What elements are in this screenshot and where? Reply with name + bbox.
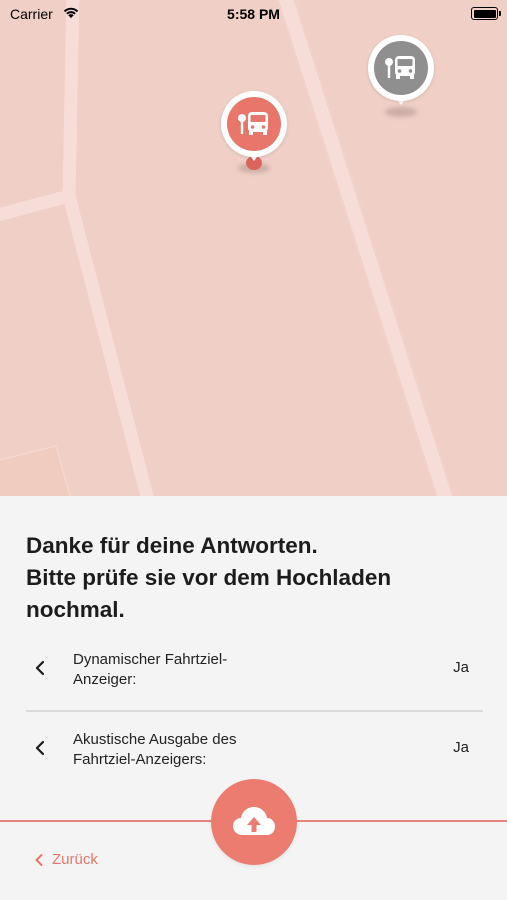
answer-value: Ja [453,659,469,676]
chevron-left-icon[interactable] [34,738,46,758]
back-button[interactable]: Zurück [34,851,98,868]
battery-icon [471,7,501,20]
answer-question: Dynamischer Fahrtziel- Anzeiger: [73,651,228,688]
answer-question: Akustische Ausgabe des Fahrtziel-Anzeige… [73,731,237,768]
marker-shadow [385,107,417,117]
divider [26,710,483,712]
answer-value: Ja [453,739,469,756]
sheet-title: Danke für deine Antworten. Bitte prüfe s… [26,533,392,622]
status-bar: Carrier 5:58 PM [0,0,507,28]
clock: 5:58 PM [227,6,280,22]
chevron-left-icon [35,853,43,866]
other-bus-stop-marker[interactable] [368,35,434,117]
map-building [0,446,70,496]
selected-bus-stop-marker[interactable] [221,91,287,173]
upload-button[interactable] [211,779,297,865]
map-view[interactable] [0,0,507,496]
back-label: Zurück [52,851,98,868]
review-sheet: Danke für deine Antworten. Bitte prüfe s… [0,496,507,900]
answer-row-dynamic-display[interactable]: Dynamischer Fahrtziel- Anzeiger: Ja [26,644,483,708]
chevron-left-icon[interactable] [34,658,46,678]
bus-stop-icon [374,41,428,95]
cloud-upload-icon [233,807,275,835]
bus-stop-icon [227,97,281,151]
